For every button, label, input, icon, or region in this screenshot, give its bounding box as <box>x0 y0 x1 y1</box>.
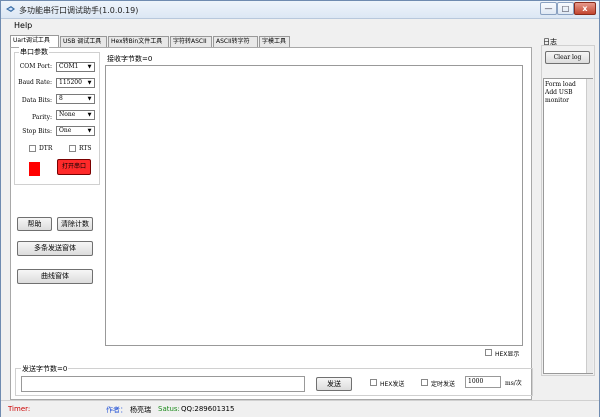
app-window: 多功能串行口调试助手(1.0.0.19) — □ x Help Uart调试工具… <box>0 0 600 417</box>
send-button[interactable]: 发送 <box>316 377 352 391</box>
hex-send-checkbox[interactable] <box>370 379 377 386</box>
interval-input[interactable]: 1000 <box>465 376 501 388</box>
rts-checkbox[interactable] <box>69 145 76 152</box>
chevron-down-icon: ▼ <box>87 96 92 102</box>
stop-bits-value: One <box>59 127 72 134</box>
status-label: Satus: <box>158 405 180 413</box>
stop-bits-label: Stop Bits: <box>22 128 52 135</box>
send-count-label: 发送字节数=0 <box>21 364 69 374</box>
log-line: Add USB <box>545 89 573 96</box>
dtr-checkbox[interactable] <box>29 145 36 152</box>
window-title: 多功能串行口调试助手(1.0.0.19) <box>19 6 139 15</box>
receive-count-label: 接收字节数=0 <box>107 55 153 63</box>
chevron-down-icon: ▼ <box>87 80 92 86</box>
send-input[interactable] <box>21 376 305 392</box>
timed-send-label: 定时发送 <box>431 381 456 388</box>
author-name: 杨亮瑞 <box>130 406 151 414</box>
data-bits-label: Data Bits: <box>21 97 52 104</box>
hex-display-checkbox[interactable] <box>485 349 492 356</box>
chevron-down-icon: ▼ <box>87 128 92 134</box>
app-icon <box>6 6 15 12</box>
data-bits-select[interactable]: 8 ▼ <box>56 94 95 104</box>
com-port-value: COM1 <box>59 63 79 70</box>
baud-rate-value: 115200 <box>59 79 82 86</box>
baud-rate-label: Baud Rate: <box>18 79 52 86</box>
curve-window-button[interactable]: 曲线窗体 <box>17 269 93 284</box>
receive-textarea[interactable] <box>105 65 523 346</box>
menu-bar: Help <box>1 19 599 32</box>
chevron-down-icon: ▼ <box>87 112 92 118</box>
data-bits-value: 8 <box>59 95 63 102</box>
multi-send-button[interactable]: 多条发送窗体 <box>17 241 93 256</box>
hex-send-label: HEX发送 <box>380 381 405 388</box>
port-status-indicator <box>29 162 40 176</box>
log-line: Form load <box>545 81 576 88</box>
title-bar: 多功能串行口调试助手(1.0.0.19) — □ x <box>1 1 599 19</box>
qq-contact: QQ:289601315 <box>181 405 235 413</box>
rts-label: RTS <box>79 145 92 152</box>
author-label: 作者： <box>106 406 127 414</box>
baud-rate-select[interactable]: 115200 ▼ <box>56 78 95 88</box>
status-bar: Timer: 作者： 杨亮瑞 Satus: QQ:289601315 <box>1 400 599 417</box>
log-line: monitor <box>545 97 569 104</box>
clear-log-button[interactable]: Clear log <box>545 51 590 64</box>
parity-label: Parity: <box>32 114 52 121</box>
timed-send-checkbox[interactable] <box>421 379 428 386</box>
open-port-button[interactable]: 打开串口 <box>57 159 91 175</box>
chevron-down-icon: ▼ <box>87 64 92 70</box>
help-button[interactable]: 帮助 <box>17 217 52 231</box>
com-port-select[interactable]: COM1 ▼ <box>56 62 95 72</box>
timer-label: Timer: <box>8 405 31 413</box>
log-scrollbar[interactable] <box>586 79 593 373</box>
clear-count-button[interactable]: 清除计数 <box>57 217 93 231</box>
hex-display-label: HEX显示 <box>495 351 520 358</box>
serial-params-label: 串口参数 <box>19 47 49 57</box>
dtr-label: DTR <box>39 145 53 152</box>
interval-unit: ms/次 <box>505 380 522 387</box>
minimize-button[interactable]: — <box>540 2 557 15</box>
parity-select[interactable]: None ▼ <box>56 110 95 120</box>
maximize-button[interactable]: □ <box>557 2 574 15</box>
stop-bits-select[interactable]: One ▼ <box>56 126 95 136</box>
menu-help[interactable]: Help <box>14 21 32 30</box>
com-port-label: COM Port: <box>19 63 52 70</box>
parity-value: None <box>59 111 76 118</box>
close-button[interactable]: x <box>574 2 596 15</box>
